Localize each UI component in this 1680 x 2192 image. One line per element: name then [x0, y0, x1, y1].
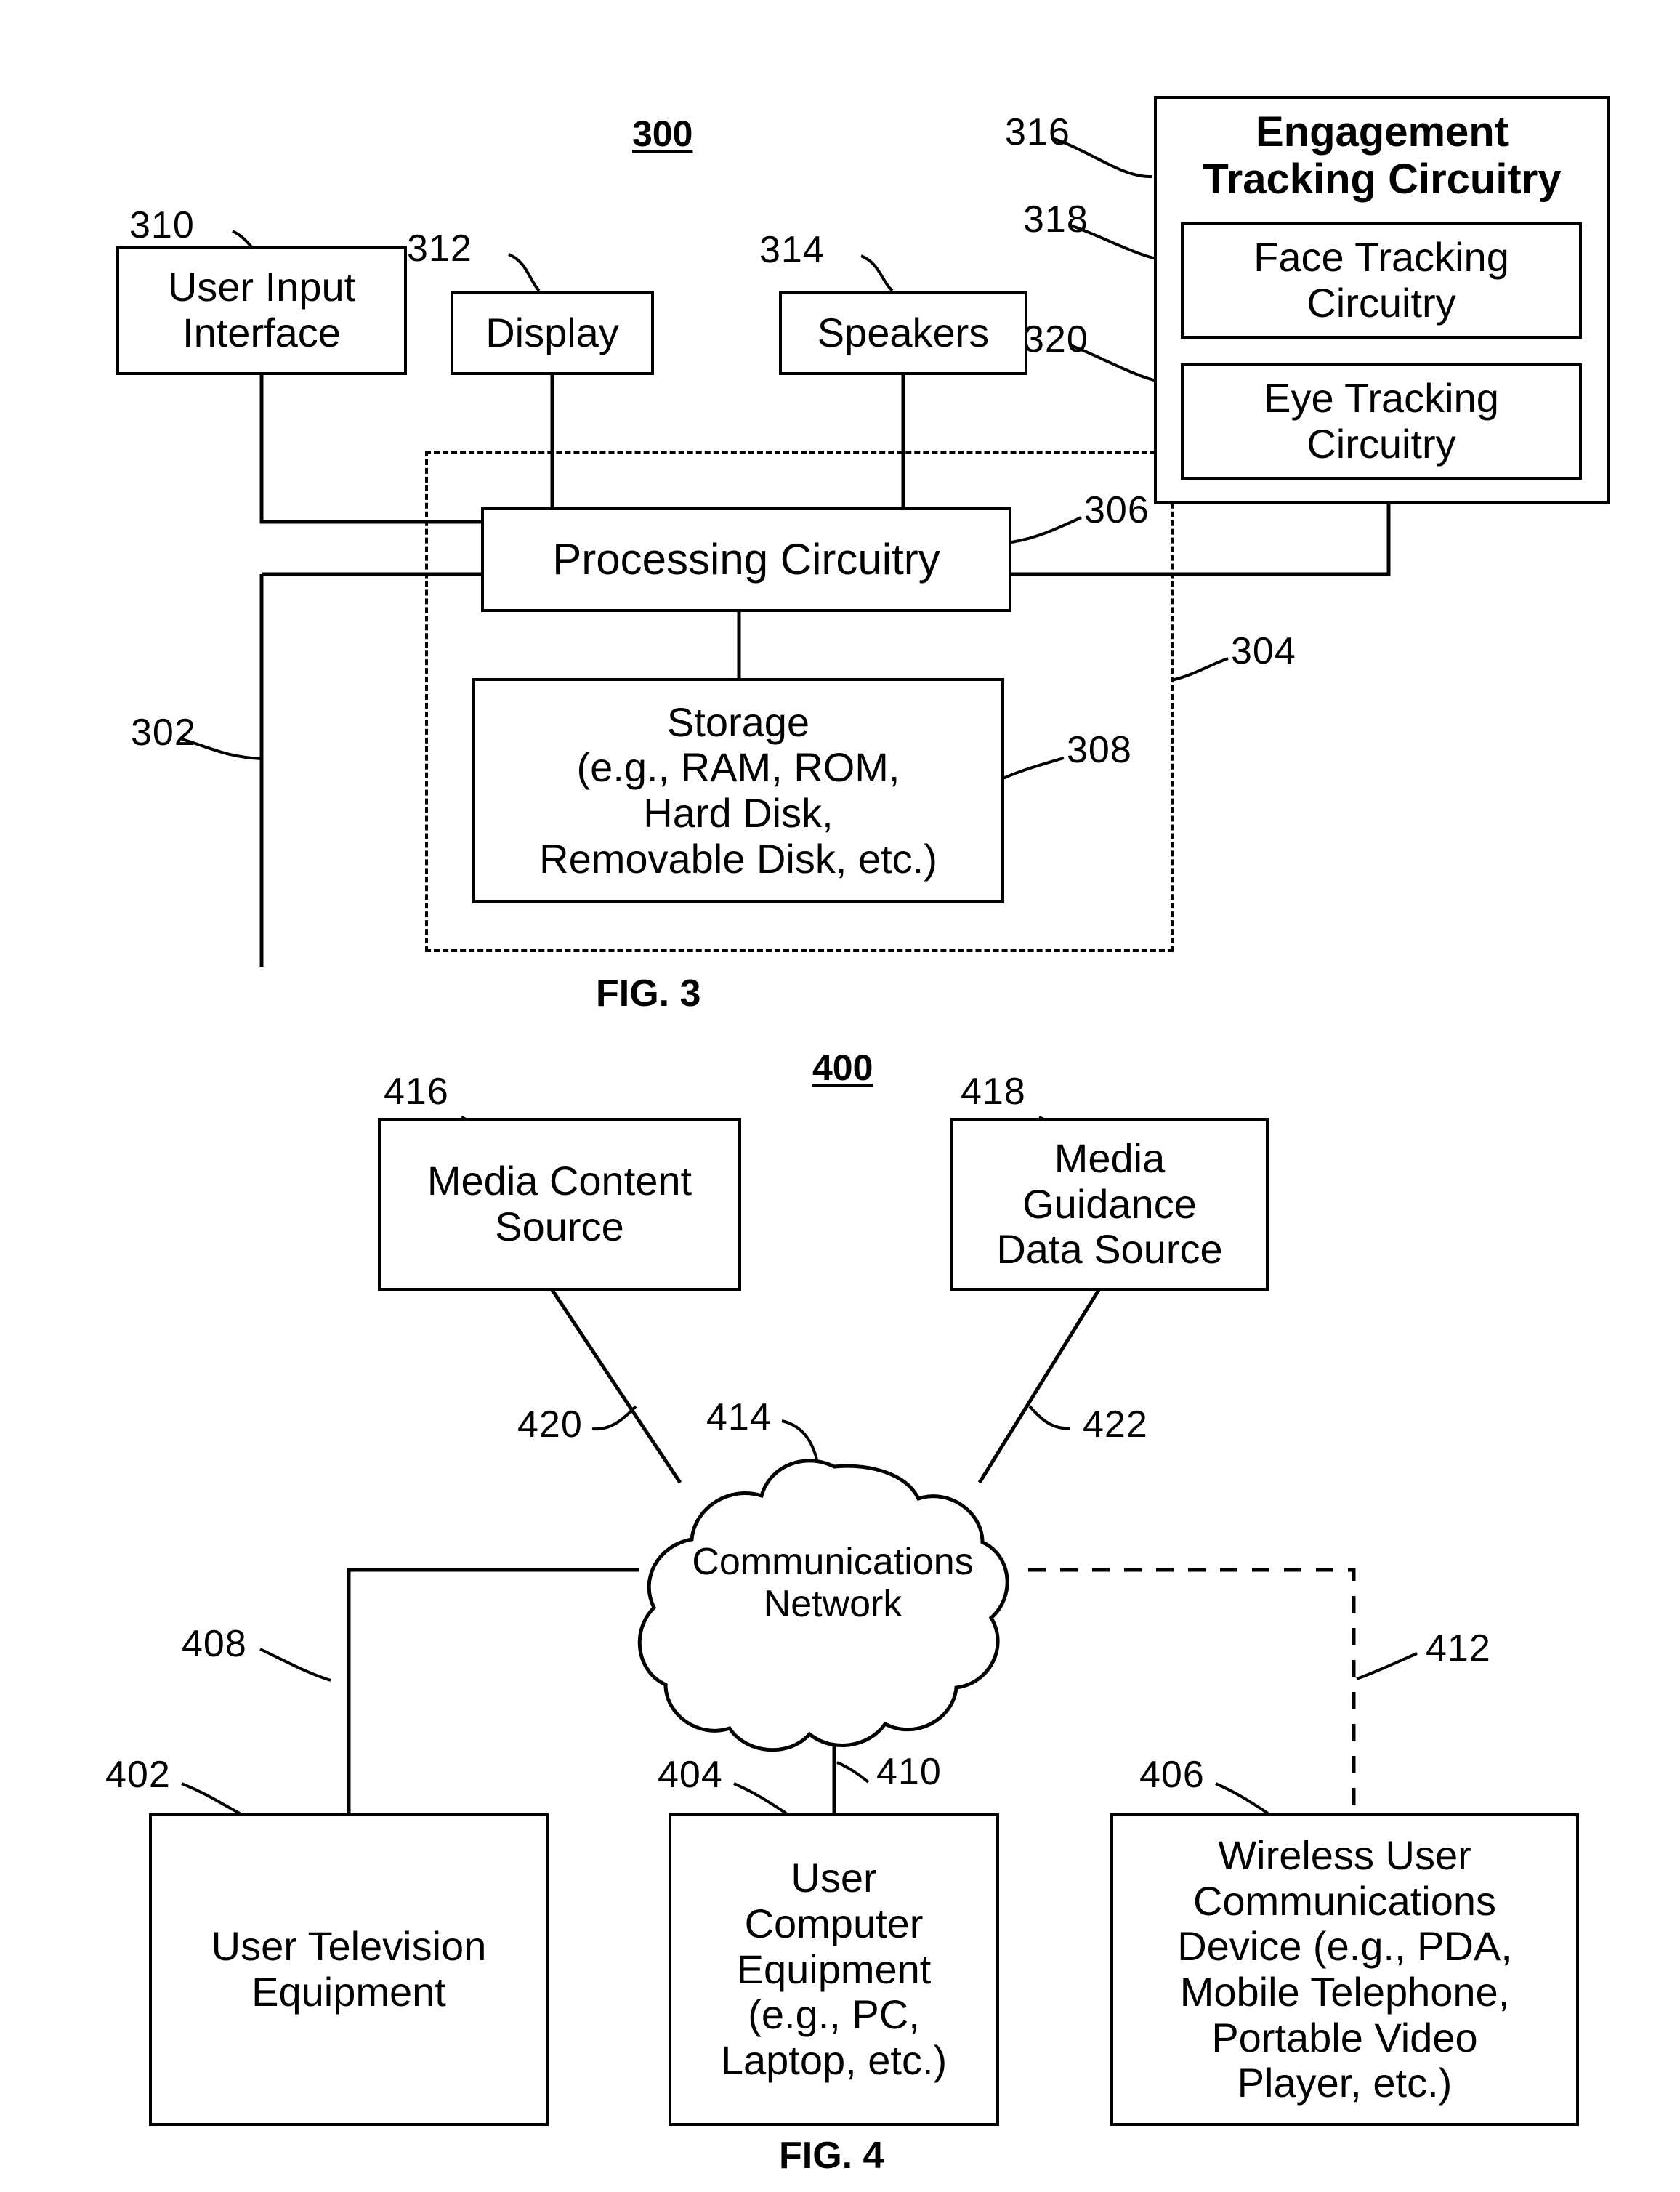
box-label-engagement-tracking-circuitry: Engagement Tracking Circuitry — [1203, 108, 1562, 203]
numeral-308: 308 — [1067, 729, 1132, 771]
numeral-414: 414 — [706, 1396, 772, 1438]
leader-422 — [1028, 1405, 1070, 1430]
numeral-408: 408 — [182, 1623, 247, 1665]
numeral-418: 418 — [961, 1071, 1026, 1113]
box-wireless-user-communications-device: Wireless User Communications Device (e.g.,… — [1110, 1813, 1579, 2126]
box-speakers: Speakers — [779, 291, 1027, 375]
numeral-312: 312 — [407, 227, 472, 270]
numeral-404: 404 — [658, 1754, 723, 1796]
figure-caption-fig4: FIG. 4 — [779, 2135, 884, 2177]
box-label-media-guidance-data-source: Media Guidance Data Source — [996, 1135, 1223, 1273]
numeral-306: 306 — [1084, 489, 1150, 531]
cloud-label-communications-network: Communications Network — [637, 1541, 1029, 1625]
figure-number-300: 300 — [632, 113, 693, 154]
figure-number-400: 400 — [812, 1047, 873, 1088]
line-network-to-television — [347, 1568, 639, 1815]
box-face-tracking-circuitry: Face Tracking Circuitry — [1181, 222, 1582, 339]
line-media-guidance-to-network — [977, 1289, 1101, 1484]
leader-304 — [1171, 657, 1229, 682]
numeral-318: 318 — [1023, 198, 1089, 241]
numeral-310: 310 — [129, 204, 195, 246]
leader-410 — [836, 1761, 870, 1784]
box-storage: Storage (e.g., RAM, ROM, Hard Disk, Removab… — [472, 678, 1004, 903]
numeral-314: 314 — [759, 229, 825, 271]
cloud-label-line2: Network — [763, 1583, 902, 1626]
leader-414 — [781, 1419, 818, 1460]
box-label-eye-tracking-circuitry: Eye Tracking Circuitry — [1264, 375, 1499, 467]
box-label-speakers: Speakers — [817, 309, 990, 355]
leader-412 — [1356, 1652, 1418, 1680]
leader-404 — [733, 1782, 788, 1815]
box-label-display: Display — [485, 309, 619, 355]
box-label-user-television-equipment: User Television Equipment — [211, 1923, 487, 2015]
box-label-processing-circuitry: Processing Circuitry — [552, 535, 940, 584]
leader-314 — [860, 254, 894, 292]
box-label-media-content-source: Media Content Source — [427, 1158, 692, 1249]
box-user-computer-equipment: User Computer Equipment (e.g., PC, Laptop, e… — [669, 1813, 999, 2126]
numeral-420: 420 — [517, 1403, 583, 1446]
box-label-user-input-interface: User Input Interface — [167, 264, 356, 355]
box-user-input-interface: User Input Interface — [116, 246, 407, 375]
box-label-storage: Storage (e.g., RAM, ROM, Hard Disk, Removab… — [539, 698, 937, 882]
leader-406 — [1215, 1782, 1269, 1815]
box-label-face-tracking-circuitry: Face Tracking Circuitry — [1253, 234, 1509, 326]
box-eye-tracking-circuitry: Eye Tracking Circuitry — [1181, 363, 1582, 480]
line-media-content-to-network — [550, 1289, 682, 1484]
numeral-412: 412 — [1426, 1627, 1491, 1669]
cloud-label-line1: Communications — [692, 1541, 974, 1583]
box-label-wireless-user-communications-device: Wireless User Communications Device (e.g.,… — [1177, 1832, 1512, 2106]
box-label-user-computer-equipment: User Computer Equipment (e.g., PC, Laptop, e… — [720, 1855, 948, 2084]
numeral-422: 422 — [1083, 1403, 1148, 1446]
patent-drawing-sheet: 300 User Input Interface Display Speakers… — [0, 0, 1680, 2192]
box-display: Display — [451, 291, 654, 375]
numeral-402: 402 — [105, 1754, 171, 1796]
numeral-416: 416 — [384, 1071, 449, 1113]
numeral-320: 320 — [1023, 318, 1089, 360]
box-user-television-equipment: User Television Equipment — [149, 1813, 549, 2126]
numeral-406: 406 — [1139, 1754, 1205, 1796]
box-media-content-source: Media Content Source — [378, 1118, 741, 1291]
leader-420 — [591, 1405, 637, 1431]
figure-caption-fig3: FIG. 3 — [596, 972, 701, 1015]
numeral-302: 302 — [131, 712, 196, 754]
numeral-316: 316 — [1005, 111, 1070, 153]
leader-402 — [181, 1782, 241, 1815]
box-processing-circuitry: Processing Circuitry — [481, 507, 1011, 612]
numeral-410: 410 — [876, 1751, 942, 1793]
numeral-304: 304 — [1231, 630, 1296, 672]
leader-312 — [508, 253, 541, 292]
box-media-guidance-data-source: Media Guidance Data Source — [950, 1118, 1269, 1291]
leader-408 — [259, 1648, 331, 1682]
